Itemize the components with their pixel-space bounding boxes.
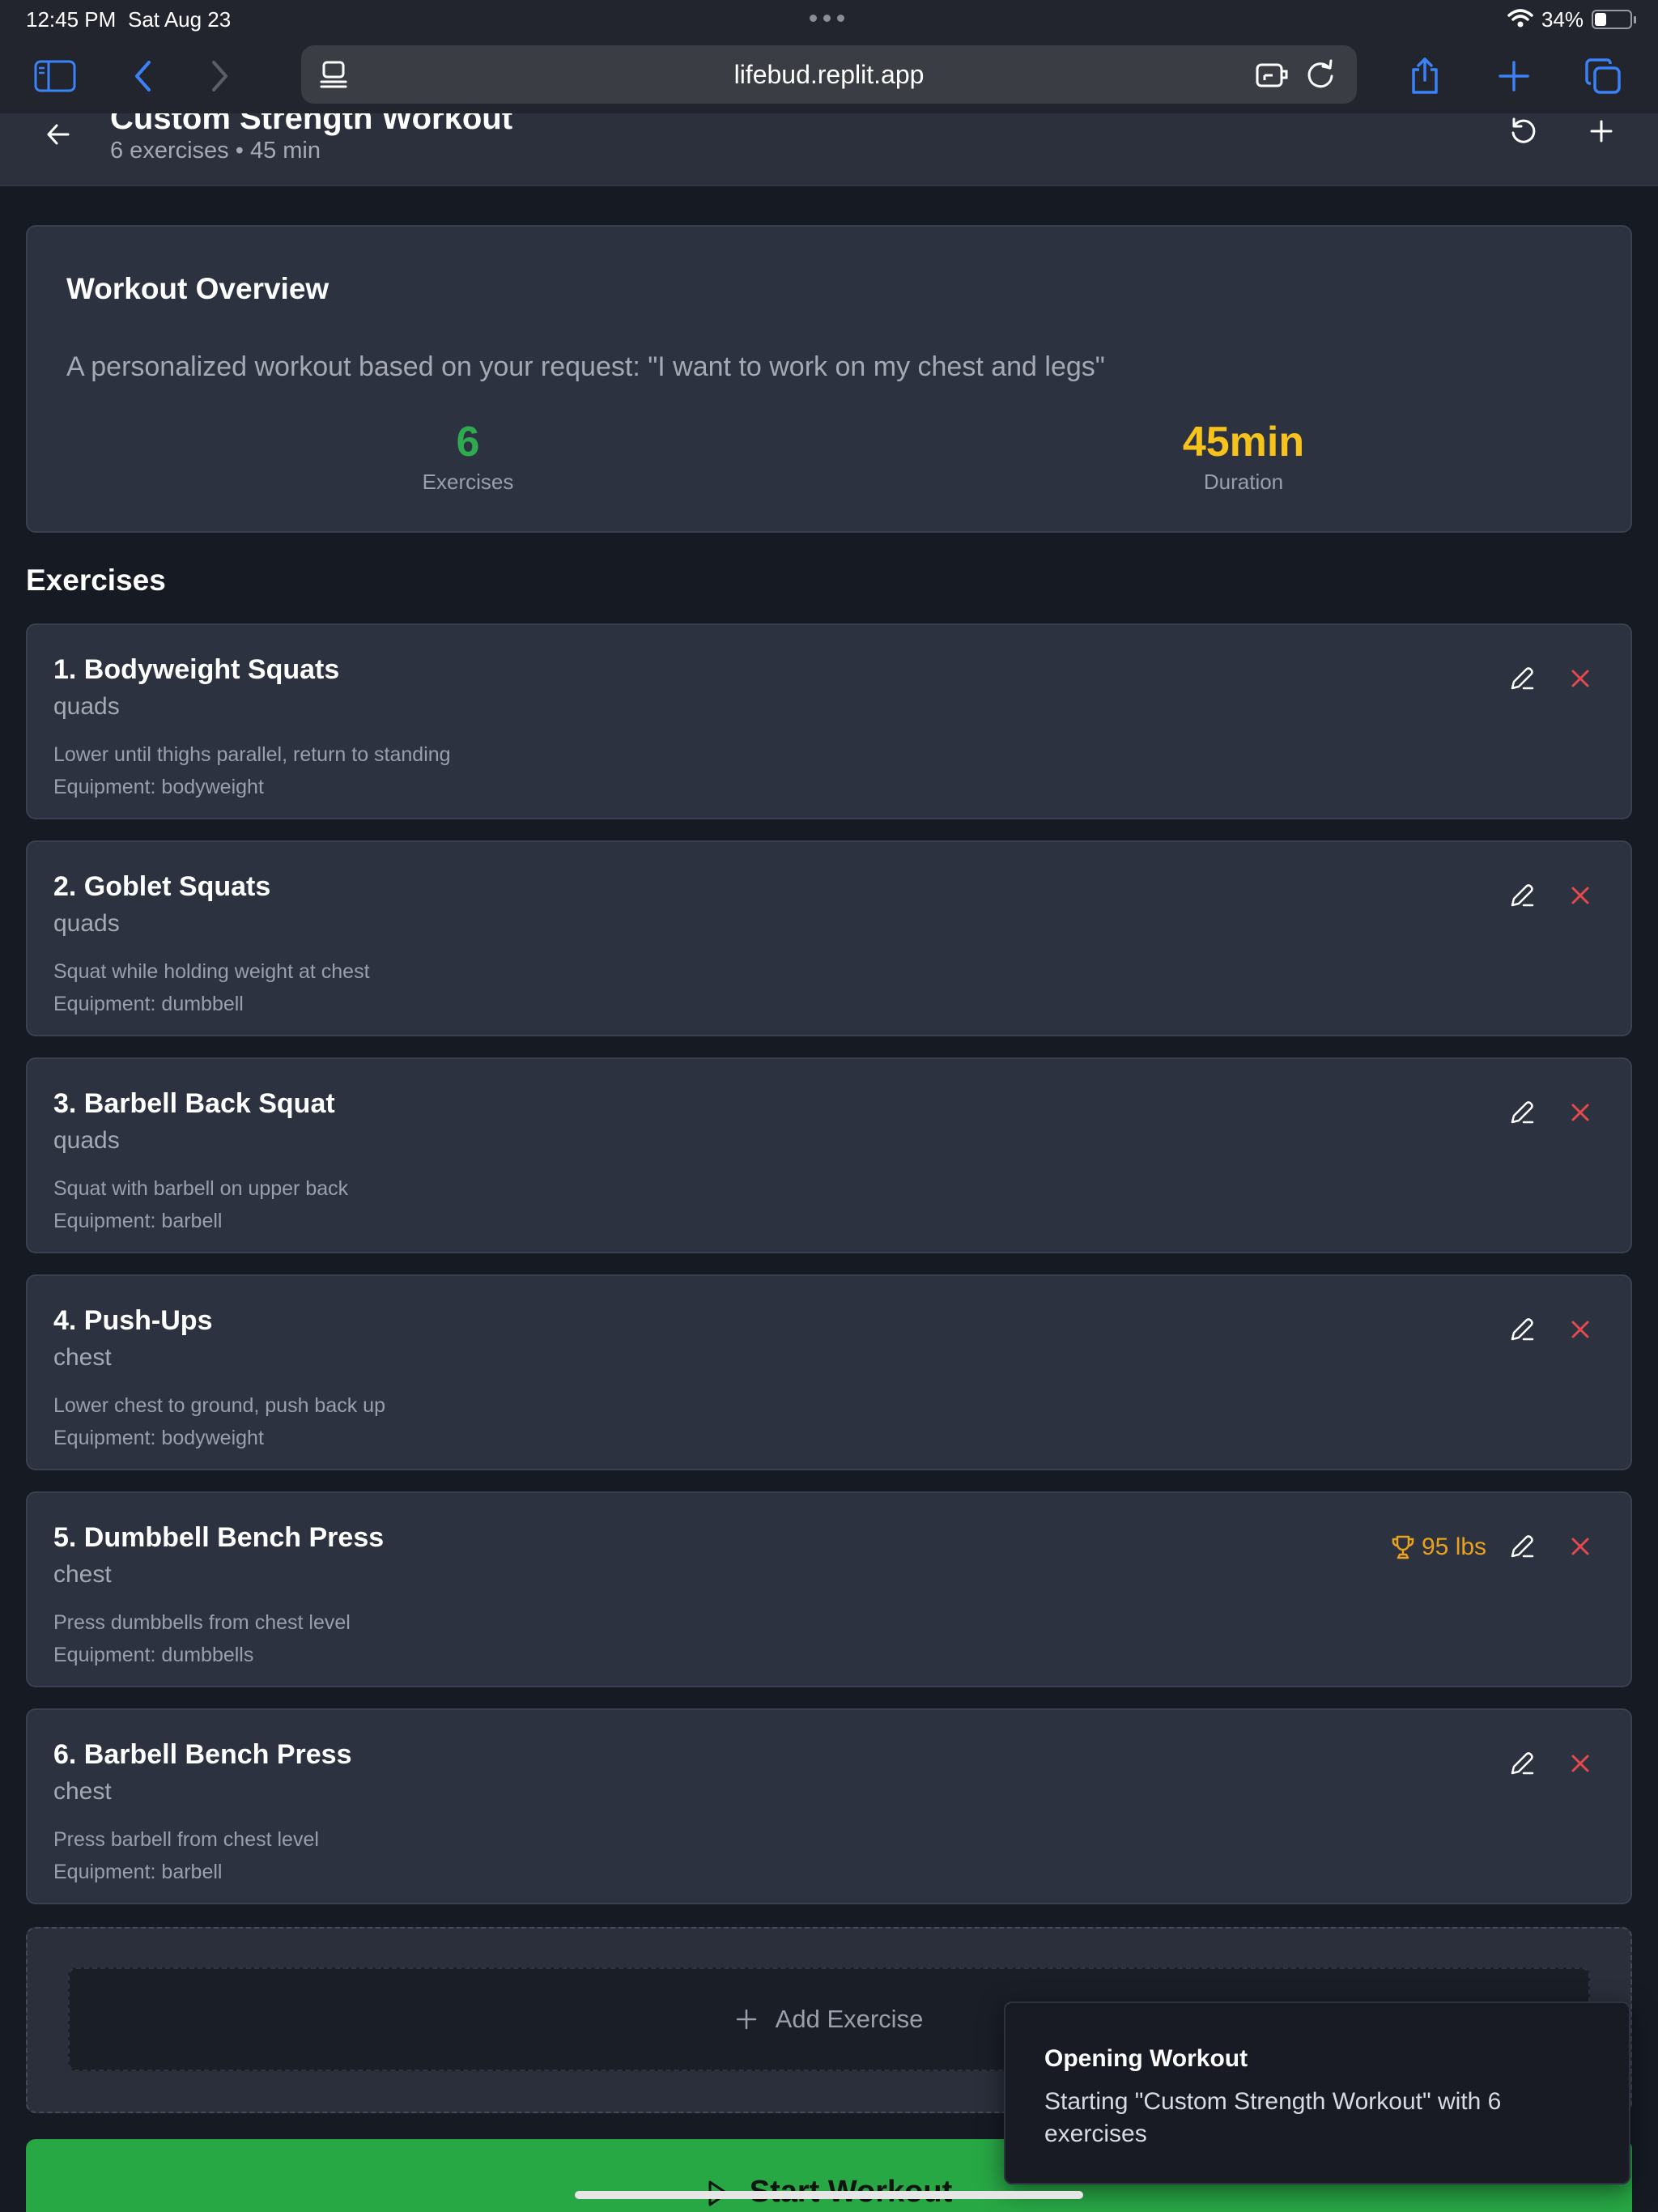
sidebar-toggle-icon[interactable] [32,53,78,99]
browser-toolbar: lifebud.replit.app [0,39,1658,113]
close-icon [1571,1104,1589,1121]
toast-title: Opening Workout [1044,2045,1248,2072]
personal-record-badge: 95 lbs [1391,1534,1486,1561]
exercise-name: 1. Bodyweight Squats [53,654,340,685]
exercise-description: Press barbell from chest level [53,1828,319,1851]
exercise-muscle: chest [53,1344,112,1371]
close-icon [1571,1538,1589,1555]
add-exercise-label: Add Exercise [775,2005,924,2033]
close-icon [1571,1321,1589,1338]
delete-exercise-button[interactable] [1562,1529,1598,1564]
exercise-muscle: chest [53,1561,112,1588]
extension-icon[interactable] [1255,60,1290,89]
exercise-description: Lower chest to ground, push back up [53,1394,385,1417]
pencil-icon [1511,1535,1534,1558]
battery-icon [1592,10,1636,29]
toast-notification[interactable]: Opening Workout Starting "Custom Strengt… [1004,2001,1630,2184]
exercise-name: 3. Barbell Back Squat [53,1088,335,1119]
exercise-name: 2. Goblet Squats [53,871,271,902]
new-tab-plus-icon[interactable] [1491,53,1537,99]
exercise-equipment: Equipment: dumbbell [53,993,244,1015]
delete-exercise-button[interactable] [1562,1312,1598,1347]
exercise-description: Squat while holding weight at chest [53,960,370,983]
toast-message: Starting "Custom Strength Workout" with … [1044,2088,1502,2147]
delete-exercise-button[interactable] [1562,1746,1598,1781]
forward-chevron-icon[interactable] [198,53,243,99]
reload-icon[interactable] [1305,58,1336,91]
exercise-muscle: chest [53,1778,112,1805]
personal-record-value: 95 lbs [1422,1534,1487,1560]
edit-exercise-button[interactable] [1504,878,1540,913]
close-icon [1571,670,1589,687]
exercise-card[interactable]: 4. Push-Ups chest Lower chest to ground,… [26,1274,1632,1470]
pencil-icon [1511,1318,1534,1341]
overview-description: A personalized workout based on your req… [66,351,1105,382]
edit-exercise-button[interactable] [1504,1095,1540,1130]
workout-title: Custom Strength Workout [110,113,513,136]
exercises-count: 6 [456,419,480,466]
exercise-description: Press dumbbells from chest level [53,1611,351,1634]
exercises-stat: 6 Exercises [266,418,670,495]
exercise-equipment: Equipment: dumbbells [53,1644,254,1666]
add-icon[interactable] [1585,115,1618,147]
delete-exercise-button[interactable] [1562,1095,1598,1130]
close-icon [1571,887,1589,904]
back-arrow-icon[interactable] [42,118,74,151]
exercise-card[interactable]: 6. Barbell Bench Press chest Press barbe… [26,1708,1632,1904]
workout-header: Custom Strength Workout 6 exercises • 45… [0,113,1658,186]
workout-overview-card: Workout Overview A personalized workout … [26,225,1632,533]
edit-exercise-button[interactable] [1504,1312,1540,1347]
exercise-muscle: quads [53,1127,120,1154]
edit-exercise-button[interactable] [1504,661,1540,696]
exercise-equipment: Equipment: barbell [53,1210,223,1232]
duration-label: Duration [1203,470,1284,494]
exercise-description: Squat with barbell on upper back [53,1177,349,1200]
tabs-overview-icon[interactable] [1580,53,1626,99]
exercises-count-label: Exercises [422,470,514,494]
edit-exercise-button[interactable] [1504,1746,1540,1781]
exercise-card[interactable]: 3. Barbell Back Squat quads Squat with b… [26,1057,1632,1253]
exercise-name: 4. Push-Ups [53,1305,213,1336]
address-bar[interactable]: lifebud.replit.app [301,45,1357,104]
delete-exercise-button[interactable] [1562,661,1598,696]
close-icon [1571,1755,1589,1772]
status-time: 12:45 PM [26,7,117,32]
delete-exercise-button[interactable] [1562,878,1598,913]
status-bar: 12:45 PM Sat Aug 23 34% [0,0,1658,39]
battery-percent: 34% [1541,7,1584,32]
exercise-name: 6. Barbell Bench Press [53,1739,352,1770]
exercise-card[interactable]: 2. Goblet Squats quads Squat while holdi… [26,840,1632,1036]
home-indicator[interactable] [575,2191,1083,2199]
exercise-description: Lower until thighs parallel, return to s… [53,743,451,766]
workout-subtitle: 6 exercises • 45 min [110,138,321,164]
share-icon[interactable] [1402,53,1448,99]
pencil-icon [1511,884,1534,907]
exercise-equipment: Equipment: bodyweight [53,1427,264,1449]
pencil-icon [1511,1101,1534,1124]
exercise-name: 5. Dumbbell Bench Press [53,1522,385,1553]
exercises-section-title: Exercises [26,564,166,597]
regenerate-icon[interactable] [1507,115,1540,147]
pencil-icon [1511,667,1534,690]
plus-icon [736,2009,756,2030]
overview-title: Workout Overview [66,272,329,305]
exercise-equipment: Equipment: barbell [53,1861,223,1883]
exercise-equipment: Equipment: bodyweight [53,776,264,798]
multitasking-dots-icon[interactable] [810,15,844,22]
back-chevron-icon[interactable] [120,53,165,99]
duration-value: 45min [1182,419,1305,466]
trophy-icon [1392,1535,1414,1559]
pencil-icon [1511,1752,1534,1775]
exercise-card[interactable]: 5. Dumbbell Bench Press chest Press dumb… [26,1491,1632,1687]
status-date: Sat Aug 23 [128,7,232,32]
exercise-card[interactable]: 1. Bodyweight Squats quads Lower until t… [26,623,1632,819]
url-text: lifebud.replit.app [733,60,925,89]
exercise-muscle: quads [53,910,120,937]
wifi-icon [1507,9,1533,28]
duration-stat: 45min Duration [1041,418,1446,495]
edit-exercise-button[interactable] [1504,1529,1540,1564]
exercise-muscle: quads [53,693,120,720]
